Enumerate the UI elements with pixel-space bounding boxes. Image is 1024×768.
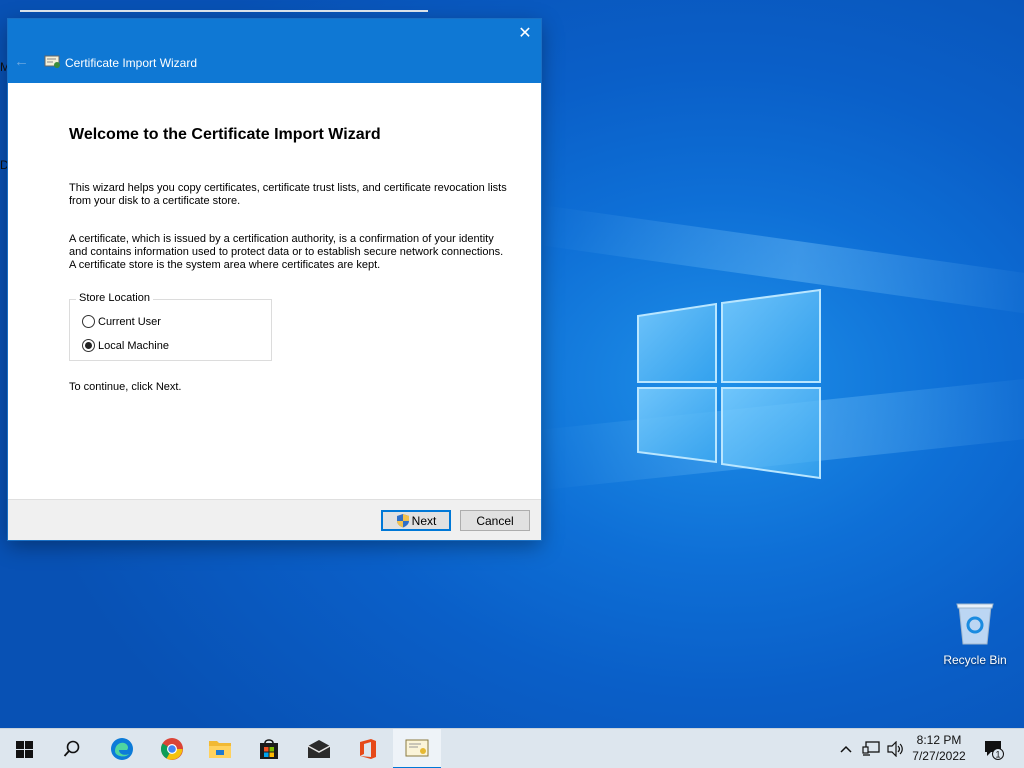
- radio-label: Current User: [98, 315, 161, 328]
- back-button[interactable]: ←: [14, 54, 32, 70]
- wizard-content: Welcome to the Certificate Import Wizard…: [8, 83, 541, 499]
- windows-logo-wallpaper: [637, 288, 821, 480]
- clock-time: 8:12 PM: [916, 733, 962, 747]
- radio-button-selected[interactable]: [82, 339, 95, 352]
- certificate-icon: [405, 739, 429, 757]
- radio-label: Local Machine: [98, 339, 169, 352]
- certificate-icon: [44, 55, 60, 68]
- taskbar-office[interactable]: [344, 729, 392, 768]
- taskbar-search-button[interactable]: [48, 729, 96, 768]
- continue-instruction: To continue, click Next.: [69, 381, 182, 393]
- next-button-label: Next: [411, 513, 437, 528]
- store-location-group: Store Location Current User Local Machin…: [69, 292, 272, 361]
- show-hidden-icons-button[interactable]: [836, 729, 856, 768]
- next-button[interactable]: Next: [381, 510, 451, 531]
- taskbar: 8:12 PM 7/27/2022 1: [0, 728, 1024, 768]
- store-location-legend: Store Location: [76, 292, 153, 304]
- certificate-description-paragraph: A certificate, which is issued by a cert…: [69, 233, 504, 271]
- notification-count: 1: [995, 750, 1000, 760]
- taskbar-store[interactable]: [245, 729, 293, 768]
- recycle-bin-label: Recycle Bin: [943, 653, 1007, 667]
- taskbar-mail[interactable]: [295, 729, 343, 768]
- uac-shield-icon: [396, 514, 409, 528]
- folder-icon: [209, 741, 231, 758]
- radio-button[interactable]: [82, 315, 95, 328]
- close-icon: ✕: [518, 25, 532, 42]
- chevron-up-icon: [840, 745, 852, 753]
- dialog-titlebar[interactable]: ✕ ← Certificate Import Wizard: [8, 19, 541, 83]
- taskbar-edge[interactable]: [98, 729, 146, 768]
- network-icon: [862, 741, 880, 756]
- edge-icon: [111, 738, 133, 760]
- recycle-bin[interactable]: Recycle Bin: [938, 600, 1012, 667]
- intro-paragraph: This wizard helps you copy certificates,…: [69, 182, 507, 207]
- certificate-import-wizard-dialog: ✕ ← Certificate Import Wizard Welcome to…: [8, 19, 541, 540]
- windows-start-icon: [15, 740, 33, 758]
- chrome-icon: [161, 738, 183, 760]
- back-arrow-icon: ←: [14, 53, 29, 70]
- recycle-bin-icon: [956, 603, 994, 645]
- taskbar-chrome[interactable]: [148, 729, 196, 768]
- search-icon: [63, 740, 80, 757]
- start-button[interactable]: [0, 729, 48, 768]
- taskbar-file-explorer[interactable]: [196, 729, 244, 768]
- clock-date: 7/27/2022: [912, 749, 966, 763]
- cancel-button-label: Cancel: [476, 513, 514, 528]
- close-button[interactable]: ✕: [509, 19, 541, 47]
- taskbar-certificate-wizard[interactable]: [393, 729, 441, 768]
- dialog-footer: Next Cancel: [8, 499, 541, 540]
- radio-local-machine[interactable]: Local Machine: [82, 339, 169, 352]
- taskbar-clock[interactable]: 8:12 PM 7/27/2022: [900, 732, 978, 764]
- action-center-button[interactable]: 1: [978, 729, 1008, 768]
- cancel-button[interactable]: Cancel: [460, 510, 530, 531]
- notification-icon: 1: [985, 741, 1004, 760]
- network-button[interactable]: [860, 729, 882, 768]
- office-icon: [360, 739, 376, 759]
- dialog-title: Certificate Import Wizard: [65, 56, 198, 70]
- radio-current-user[interactable]: Current User: [82, 315, 161, 328]
- store-icon: [260, 739, 278, 759]
- mail-icon: [307, 740, 331, 758]
- wizard-heading: Welcome to the Certificate Import Wizard: [69, 126, 381, 143]
